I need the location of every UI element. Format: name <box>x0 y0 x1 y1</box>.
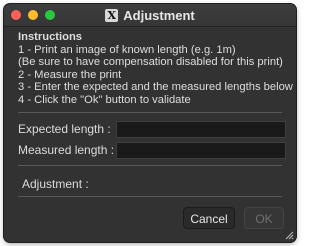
window-title: Adjustment <box>123 7 195 23</box>
divider-top <box>18 112 282 113</box>
title-group: X Adjustment <box>4 4 296 26</box>
measured-length-row: Measured length : <box>18 143 118 157</box>
instruction-line-3: 2 - Measure the print <box>18 68 122 81</box>
cancel-button[interactable]: Cancel <box>183 207 235 229</box>
ok-button[interactable]: OK <box>244 207 284 229</box>
instruction-line-1: 1 - Print an image of known length (e.g.… <box>18 43 236 56</box>
expected-length-label: Expected length : <box>18 122 111 136</box>
expected-length-input[interactable] <box>116 121 286 138</box>
divider-middle <box>18 165 282 166</box>
measured-length-input[interactable] <box>116 142 286 159</box>
instruction-line-5: 4 - Click the "Ok" button to validate <box>18 93 191 106</box>
instruction-line-2: (Be sure to have compensation disabled f… <box>18 56 283 69</box>
instructions-block: Instructions 1 - Print an image of known… <box>18 31 293 107</box>
resize-grip-icon[interactable] <box>285 231 294 240</box>
adjustment-label: Adjustment : <box>22 177 89 191</box>
instructions-heading: Instructions <box>18 31 83 43</box>
measured-length-label: Measured length : <box>18 143 115 157</box>
instruction-line-4: 3 - Enter the expected and the measured … <box>18 81 293 94</box>
adjustment-dialog: X Adjustment Instructions 1 - Print an i… <box>4 4 296 242</box>
title-bar[interactable]: X Adjustment <box>4 4 296 27</box>
divider-bottom <box>18 196 282 197</box>
x-window-icon: X <box>105 8 119 22</box>
expected-length-row: Expected length : <box>18 122 118 136</box>
